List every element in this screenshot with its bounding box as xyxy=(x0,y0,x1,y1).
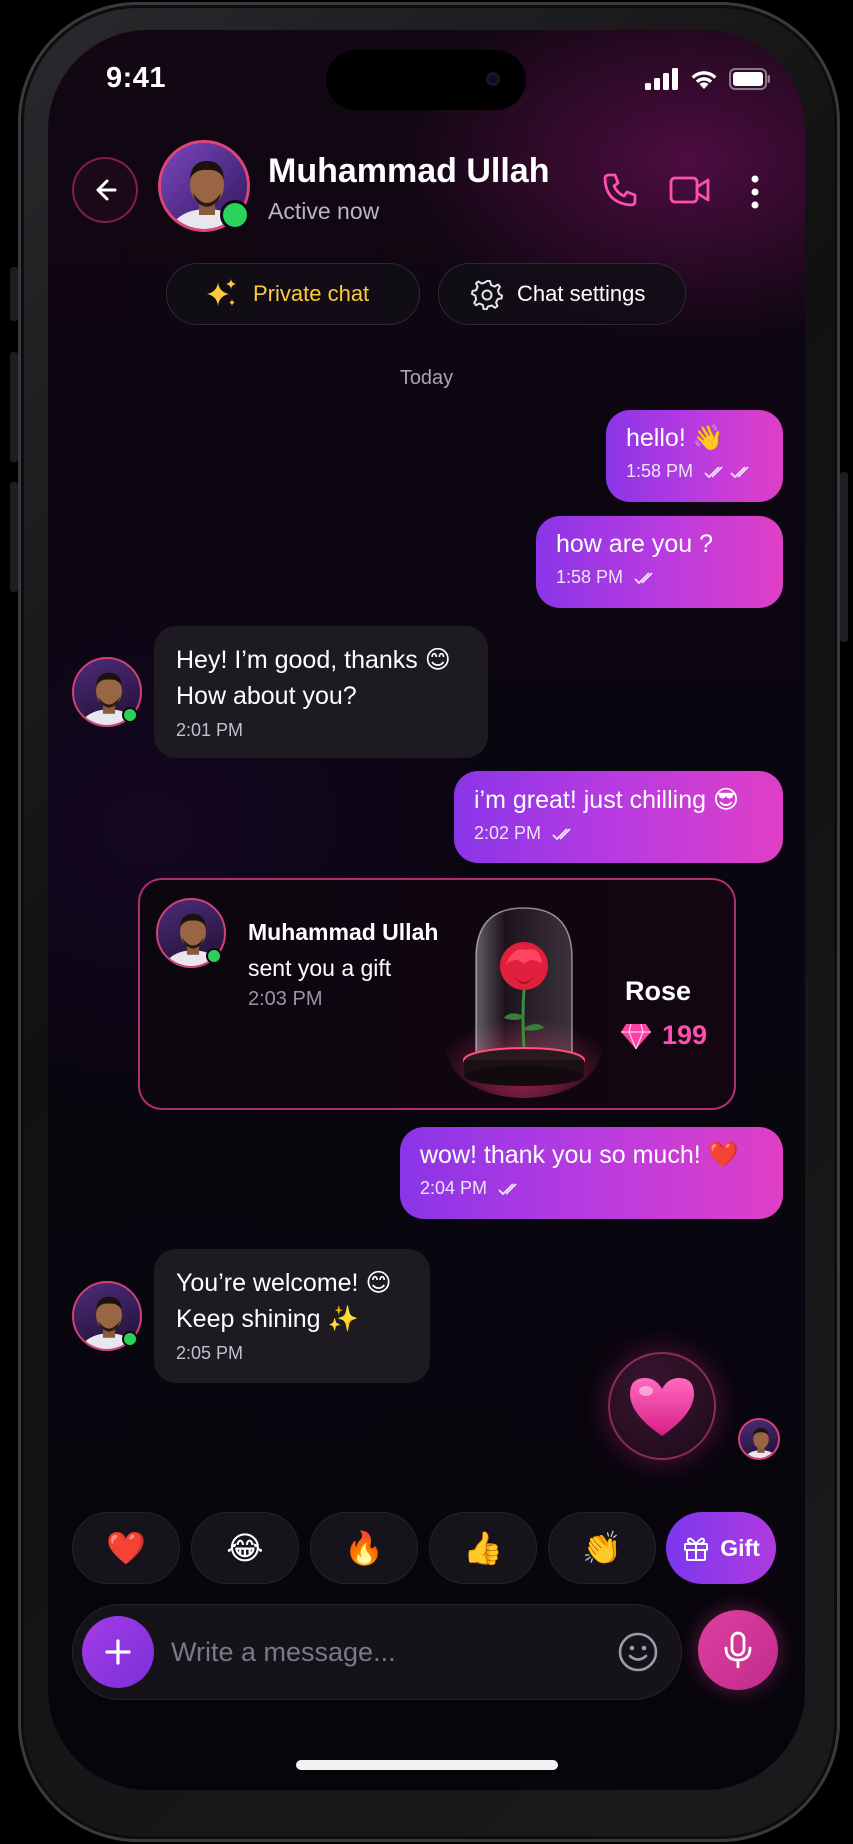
microphone-icon xyxy=(724,1631,752,1669)
attach-button[interactable] xyxy=(82,1616,154,1688)
message-text: hello! 👋 xyxy=(626,424,724,452)
call-button[interactable] xyxy=(600,170,640,215)
gift-item-name: Rose xyxy=(625,976,692,1006)
reaction-laugh[interactable]: 😂 xyxy=(191,1512,299,1584)
emoji-button[interactable] xyxy=(617,1631,659,1678)
contact-name[interactable]: Muhammad Ullah xyxy=(268,152,549,191)
signal-icon xyxy=(645,68,678,90)
message-text-line: Hey! I’m good, thanks 😊 xyxy=(176,646,451,674)
arrow-left-icon xyxy=(96,179,117,201)
reaction-fire[interactable]: 🔥 xyxy=(310,1512,418,1584)
message-time: 1:58 PM xyxy=(626,461,694,481)
side-button-volume-down xyxy=(10,482,18,592)
private-chat-label: Private chat xyxy=(253,281,370,306)
phone-icon xyxy=(603,173,637,207)
plus-icon xyxy=(105,1639,131,1665)
online-indicator xyxy=(122,707,138,723)
message-bubble-incoming[interactable]: You’re welcome! 😊 Keep shining ✨ 2:05 PM xyxy=(154,1249,430,1383)
message-text-line: Keep shining ✨ xyxy=(176,1305,359,1333)
status-time: 9:41 xyxy=(106,62,167,94)
smiley-icon xyxy=(618,1632,658,1672)
sent-heart-reaction[interactable] xyxy=(608,1352,716,1460)
heart-icon xyxy=(630,1378,694,1436)
message-time: 2:02 PM xyxy=(474,823,542,843)
reaction-clap[interactable]: 👏 xyxy=(548,1512,656,1584)
gift-price-value: 199 xyxy=(662,1020,708,1050)
double-check-icon xyxy=(552,827,571,840)
message-text-line: How about you? xyxy=(176,682,357,710)
message-text-line: You’re welcome! 😊 xyxy=(176,1269,392,1297)
reaction-thumbs-up[interactable]: 👍 xyxy=(429,1512,537,1584)
message-meta: 2:04 PM xyxy=(420,1178,763,1199)
person-avatar-icon xyxy=(744,1428,778,1458)
more-options-button[interactable] xyxy=(748,174,762,215)
chat-screen: 9:41 Muhammad Ullah Active now Private c… xyxy=(48,30,805,1790)
chat-settings-button[interactable]: Chat settings xyxy=(438,263,686,325)
double-check-icon xyxy=(704,465,749,478)
back-button[interactable] xyxy=(72,157,138,223)
message-bubble-outgoing[interactable]: wow! thank you so much! ❤️ 2:04 PM xyxy=(400,1127,783,1219)
message-time: 2:01 PM xyxy=(176,720,244,740)
message-bubble-outgoing[interactable]: hello! 👋 1:58 PM xyxy=(606,410,783,502)
gift-sender: Muhammad Ullah xyxy=(248,919,439,945)
chat-settings-label: Chat settings xyxy=(517,281,646,306)
contact-status: Active now xyxy=(268,198,380,224)
dynamic-island xyxy=(326,50,526,110)
sparkles-icon xyxy=(207,279,236,306)
message-time: 2:05 PM xyxy=(176,1343,244,1363)
double-check-icon xyxy=(634,571,653,584)
reader-avatar xyxy=(738,1418,780,1460)
message-composer xyxy=(72,1604,682,1700)
voice-record-button[interactable] xyxy=(698,1610,778,1690)
date-divider: Today xyxy=(399,367,454,389)
side-button-silent xyxy=(10,267,18,321)
message-meta: 1:58 PM xyxy=(626,461,763,482)
gift-price: 199 xyxy=(620,1020,707,1051)
message-bubble-outgoing[interactable]: how are you ? 1:58 PM xyxy=(536,516,783,608)
message-text: i’m great! just chilling 😎 xyxy=(474,786,740,814)
home-indicator[interactable] xyxy=(296,1760,558,1770)
message-time: 2:04 PM xyxy=(420,1178,488,1198)
online-indicator xyxy=(220,200,250,230)
message-text: how are you ? xyxy=(556,530,714,558)
online-indicator xyxy=(206,948,222,964)
side-button-power xyxy=(840,472,848,642)
wifi-icon xyxy=(691,71,717,89)
gift-message-card[interactable]: Muhammad Ullah sent you a gift 2:03 PM R… xyxy=(138,878,736,1110)
message-time: 1:58 PM xyxy=(556,567,624,587)
message-input[interactable] xyxy=(171,1631,591,1673)
message-bubble-incoming[interactable]: Hey! I’m good, thanks 😊 How about you? 2… xyxy=(154,626,488,758)
online-indicator xyxy=(122,1331,138,1347)
reaction-heart[interactable]: ❤️ xyxy=(72,1512,180,1584)
gift-caption: sent you a gift xyxy=(248,955,392,981)
message-bubble-outgoing[interactable]: i’m great! just chilling 😎 2:02 PM xyxy=(454,771,783,863)
status-icons xyxy=(645,68,771,90)
more-vertical-icon xyxy=(751,175,759,209)
video-call-button[interactable] xyxy=(668,172,712,213)
gift-button-label: Gift xyxy=(720,1534,760,1561)
gift-icon xyxy=(684,1537,709,1561)
message-meta: 1:58 PM xyxy=(556,567,763,588)
private-chat-button[interactable]: Private chat xyxy=(166,263,420,325)
gear-icon xyxy=(471,280,503,310)
message-text: wow! thank you so much! ❤️ xyxy=(420,1141,739,1169)
battery-icon xyxy=(729,68,770,90)
gift-time: 2:03 PM xyxy=(248,988,323,1010)
rose-dome-icon xyxy=(446,907,602,1098)
gift-button[interactable]: Gift xyxy=(666,1512,776,1584)
diamond-icon xyxy=(621,1023,651,1049)
video-icon xyxy=(669,176,710,204)
camera-icon xyxy=(486,72,500,86)
side-button-volume-up xyxy=(10,352,18,462)
message-meta: 2:02 PM xyxy=(474,823,763,844)
double-check-icon xyxy=(498,1182,517,1195)
